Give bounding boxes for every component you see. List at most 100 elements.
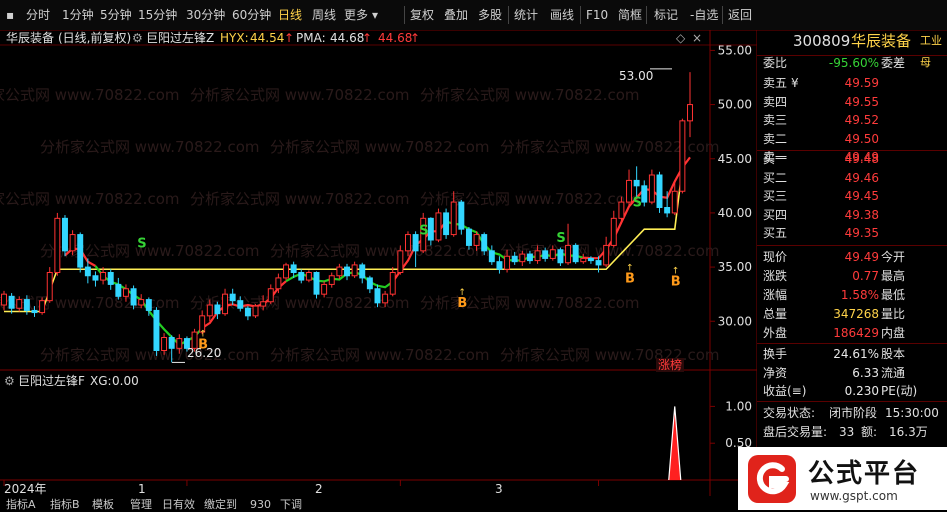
candle-body[interactable]: [130, 288, 137, 306]
candle-body[interactable]: [305, 272, 312, 281]
candle-body[interactable]: [214, 304, 221, 315]
candle-body[interactable]: [481, 234, 488, 252]
candle-body[interactable]: [504, 255, 511, 270]
candle-body[interactable]: [92, 275, 99, 281]
candle-body[interactable]: [260, 301, 267, 307]
sub-indicator-name[interactable]: 巨阳过左锋F: [18, 374, 85, 388]
candle-body[interactable]: [16, 299, 23, 309]
candle-body[interactable]: [161, 337, 168, 351]
candle-body[interactable]: [671, 190, 678, 214]
candle-body[interactable]: [618, 201, 625, 219]
logo-url: www.gspt.com: [810, 489, 898, 503]
candle-body[interactable]: [511, 255, 518, 263]
sells-value: 49.55: [844, 94, 879, 109]
candle-body[interactable]: [298, 272, 305, 281]
candle-body[interactable]: [458, 201, 465, 230]
candle-body[interactable]: [77, 234, 84, 268]
candle-body[interactable]: [145, 299, 152, 311]
candle-body[interactable]: [153, 309, 160, 351]
candle-body[interactable]: [1, 293, 7, 306]
candle-body[interactable]: [328, 275, 335, 285]
candle-body[interactable]: [465, 228, 472, 246]
candle-body[interactable]: [496, 261, 503, 270]
candle-body[interactable]: [687, 104, 693, 122]
candle-body[interactable]: [580, 257, 587, 263]
candle-body[interactable]: [84, 266, 91, 277]
candle-body[interactable]: [107, 272, 114, 285]
candle-body[interactable]: [100, 272, 107, 281]
candle-body[interactable]: [336, 266, 343, 277]
buys-row: 买四 49.38: [763, 207, 879, 222]
candle-body[interactable]: [427, 217, 434, 241]
candle-body[interactable]: [412, 234, 419, 252]
candle-body[interactable]: [679, 120, 686, 192]
gspt-logo-icon: [748, 455, 796, 503]
candle-body[interactable]: [641, 185, 648, 203]
candle-body[interactable]: [168, 337, 175, 349]
candle-body[interactable]: [519, 253, 526, 263]
candle-body[interactable]: [473, 234, 480, 246]
candle-body[interactable]: [374, 288, 381, 304]
candle-body[interactable]: [275, 277, 282, 290]
candle-body[interactable]: [244, 307, 251, 317]
candle-body[interactable]: [595, 260, 602, 266]
indicator-gear-icon[interactable]: ⚙: [132, 31, 143, 45]
candle-body[interactable]: [450, 201, 457, 236]
candle-body[interactable]: [8, 295, 15, 309]
candle-body[interactable]: [229, 293, 236, 302]
candle-body[interactable]: [252, 305, 259, 317]
candle-body[interactable]: [122, 288, 129, 297]
stats-value: 0.77: [852, 269, 879, 283]
candle-body[interactable]: [283, 264, 289, 279]
candle-body[interactable]: [176, 338, 183, 349]
candle-body[interactable]: [359, 264, 366, 279]
indicator-name-label[interactable]: 巨阳过左锋Z: [146, 31, 214, 45]
candle-body[interactable]: [267, 288, 274, 303]
candle-body[interactable]: [587, 257, 594, 262]
candle-body[interactable]: [443, 212, 450, 236]
candle-body[interactable]: [397, 250, 404, 273]
candle-body[interactable]: [542, 250, 549, 259]
candle-body[interactable]: [290, 264, 297, 273]
candle-body[interactable]: [69, 234, 76, 252]
candle-body[interactable]: [488, 250, 495, 263]
candle-body[interactable]: [534, 250, 541, 262]
candle-body[interactable]: [405, 234, 411, 252]
candle-body[interactable]: [344, 266, 350, 277]
candle-body[interactable]: [206, 304, 213, 317]
candle-body[interactable]: [557, 249, 564, 264]
candle-body[interactable]: [46, 272, 53, 302]
signal-b: B: [671, 275, 681, 290]
candle-body[interactable]: [603, 244, 610, 266]
candle-body[interactable]: [237, 300, 244, 309]
candle-body[interactable]: [54, 217, 61, 273]
candle-body[interactable]: [23, 299, 30, 311]
candle-body[interactable]: [549, 249, 556, 259]
candle-body[interactable]: [648, 174, 655, 203]
candle-body[interactable]: [656, 174, 663, 208]
candle-body[interactable]: [610, 217, 617, 246]
zhangbang-badge[interactable]: 涨榜: [656, 358, 685, 372]
candle-body[interactable]: [62, 217, 68, 252]
sub-indicator-icon[interactable]: ⚙: [4, 374, 15, 388]
candle-body[interactable]: [39, 300, 46, 314]
candle-body[interactable]: [382, 293, 389, 304]
candle-body[interactable]: [435, 212, 442, 241]
candle-body[interactable]: [115, 283, 122, 297]
candle-body[interactable]: [31, 309, 38, 314]
candle-body[interactable]: [313, 272, 320, 295]
candle-body[interactable]: [389, 272, 396, 295]
candle-body[interactable]: [321, 283, 328, 295]
candle-body[interactable]: [572, 244, 579, 263]
close-chart-icon[interactable]: ×: [692, 31, 702, 45]
candle-body[interactable]: [351, 264, 358, 277]
candle-body[interactable]: [626, 179, 632, 203]
candle-body[interactable]: [664, 207, 671, 214]
candle-body[interactable]: [565, 244, 572, 264]
candle-body[interactable]: [222, 293, 229, 315]
candle-body[interactable]: [633, 179, 640, 187]
candle-body[interactable]: [366, 277, 373, 290]
collapse-diamond-icon[interactable]: ◇: [676, 31, 685, 45]
candle-body[interactable]: [526, 253, 533, 262]
candle-body[interactable]: [138, 299, 145, 306]
